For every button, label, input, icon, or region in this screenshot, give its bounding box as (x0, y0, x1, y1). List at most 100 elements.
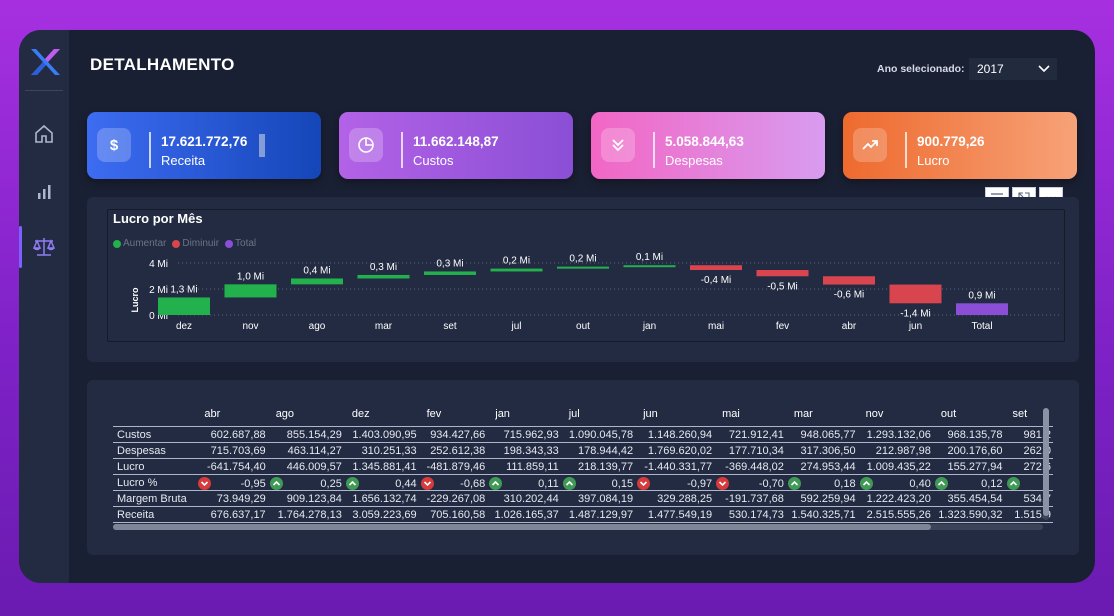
column-header[interactable]: out (933, 405, 1005, 427)
table-cell: 1.222.423,20 (857, 490, 933, 507)
horizontal-scrollbar[interactable] (113, 524, 1043, 530)
bar-set (424, 271, 476, 275)
table-cell: 1.009.435,22 (857, 458, 933, 475)
table-cell: 2.515.555,26 (857, 506, 933, 523)
table-cell: 1.090.045,78 (560, 426, 636, 443)
table-row: Lucro % -0,95 0,25 0,44 -0,68 0,11 0,15 -0,97 -0… (113, 474, 1053, 491)
data-label: -0,5 Mi (767, 281, 798, 292)
x-tick-label: fev (776, 321, 789, 332)
matrix-table: abr ago dez fev jan jul jun mai mar nov out set Cust… (113, 405, 1053, 523)
x-tick-label: jul (510, 321, 521, 332)
table-cell: 1.487.129,97 (560, 506, 636, 523)
arrow-up-icon (489, 476, 503, 490)
table-cell: 1.769.620,02 (635, 442, 715, 459)
table-cell: 0,40 (857, 474, 933, 491)
scroll-thumb[interactable] (1043, 408, 1049, 516)
nav-home[interactable] (31, 121, 57, 147)
bar-chart-icon (38, 185, 51, 199)
row-header: Receita (113, 506, 197, 523)
kpi-divider (149, 132, 151, 168)
column-header[interactable]: mar (786, 405, 858, 427)
table-cell: 1.477.549,19 (635, 506, 715, 523)
year-dropdown[interactable]: 2017 (969, 58, 1057, 80)
table-cell: 212.987,98 (857, 442, 933, 459)
table-cell: 73.949,29 (196, 490, 268, 507)
table-cell: 948.065,77 (785, 426, 858, 443)
table-row: Custos 602.687,88 855.154,29 1.403.090,95 93… (113, 426, 1053, 443)
column-header[interactable]: mai (714, 405, 786, 427)
table-cell: 1.403.090,95 (343, 426, 419, 443)
cell-value: 0,25 (320, 477, 342, 490)
bar-Total (956, 303, 1008, 315)
column-header[interactable]: jan (487, 405, 560, 427)
table-row: Lucro -641.754,40 446.009,57 1.345.881,41 -4… (113, 458, 1053, 475)
table-cell: -369.448,02 (714, 458, 786, 475)
table-cell: 934.427,66 (418, 426, 488, 443)
table-cell: 218.139,77 (560, 458, 636, 475)
bar-mai (690, 265, 742, 271)
arrow-up-icon (859, 476, 873, 490)
row-header: Custos (113, 426, 197, 443)
table-cell: 1.148.260,94 (635, 426, 715, 443)
table-cell: 252.612,38 (418, 442, 488, 459)
row-header: Lucro % (113, 474, 197, 491)
table-cell: -0,68 (418, 474, 488, 491)
table-cell: -0,70 (714, 474, 786, 491)
arrow-up-icon (934, 476, 948, 490)
y-tick-label: 4 Mi (149, 259, 168, 270)
kpi-card-lucro: 900.779,26 Lucro (843, 112, 1077, 179)
column-header[interactable]: fev (419, 405, 488, 427)
table-cell: 1.345.881,41 (343, 458, 419, 475)
column-header[interactable]: abr (196, 405, 267, 427)
data-label: 0,1 Mi (636, 252, 663, 263)
table-cell: 329.288,25 (635, 490, 715, 507)
data-label: 1,3 Mi (170, 284, 197, 295)
year-value: 2017 (977, 62, 1004, 76)
table-cell: 530.174,73 (714, 506, 786, 523)
data-label: 0,2 Mi (569, 254, 596, 265)
column-header[interactable]: jul (561, 405, 635, 427)
data-label: 1,0 Mi (237, 271, 264, 282)
x-tick-label: mai (708, 321, 724, 332)
cell-value: 0,11 (538, 477, 559, 490)
column-header[interactable]: jun (635, 405, 714, 427)
double-chevron-down-icon (601, 128, 635, 162)
x-tick-label: Total (971, 321, 992, 332)
cell-value: 0,40 (909, 477, 931, 490)
table-cell: 111.859,11 (487, 458, 561, 475)
waterfall-chart: 4 Mi2 Mi0 MiLucro 1,3 Midez1,0 Minov0,4 M… (130, 252, 1062, 332)
kpi-label: Receita (161, 153, 206, 168)
pie-chart-icon (349, 128, 383, 162)
table-cell: -0,95 (196, 474, 268, 491)
corner-header (113, 405, 196, 427)
table-cell: 592.259,94 (785, 490, 858, 507)
nav-active-indicator (19, 226, 22, 268)
nav-charts[interactable] (31, 178, 57, 204)
table-cell: -0,97 (635, 474, 715, 491)
table-cell: 310.251,33 (343, 442, 419, 459)
table-cell: 1.764.278,13 (267, 506, 344, 523)
nav-balance[interactable] (31, 234, 57, 260)
x-tick-label: jan (642, 321, 656, 332)
column-header[interactable]: dez (344, 405, 419, 427)
table-cell: 855.154,29 (267, 426, 344, 443)
bar-out (557, 266, 609, 269)
table-cell: 355.454,54 (932, 490, 1005, 507)
vertical-scrollbar[interactable] (1043, 408, 1049, 520)
table-cell: 446.009,57 (267, 458, 344, 475)
cell-value: -0,95 (240, 477, 266, 490)
arrow-up-icon (1006, 476, 1020, 490)
table-cell: -481.879,46 (418, 458, 488, 475)
bar-ago (291, 278, 343, 285)
table-cell: 1.656.132,74 (343, 490, 419, 507)
table-cell: 0,18 (785, 474, 858, 491)
column-header[interactable]: nov (858, 405, 933, 427)
table-cell: 155.277,94 (932, 458, 1005, 475)
table-cell: 0,12 (932, 474, 1005, 491)
bar-fev (756, 270, 809, 277)
table-cell: 1.540.325,71 (785, 506, 858, 523)
x-tick-label: nov (242, 321, 258, 332)
scroll-thumb[interactable] (113, 524, 931, 530)
trend-up-icon (853, 128, 887, 162)
column-header[interactable]: ago (268, 405, 344, 427)
